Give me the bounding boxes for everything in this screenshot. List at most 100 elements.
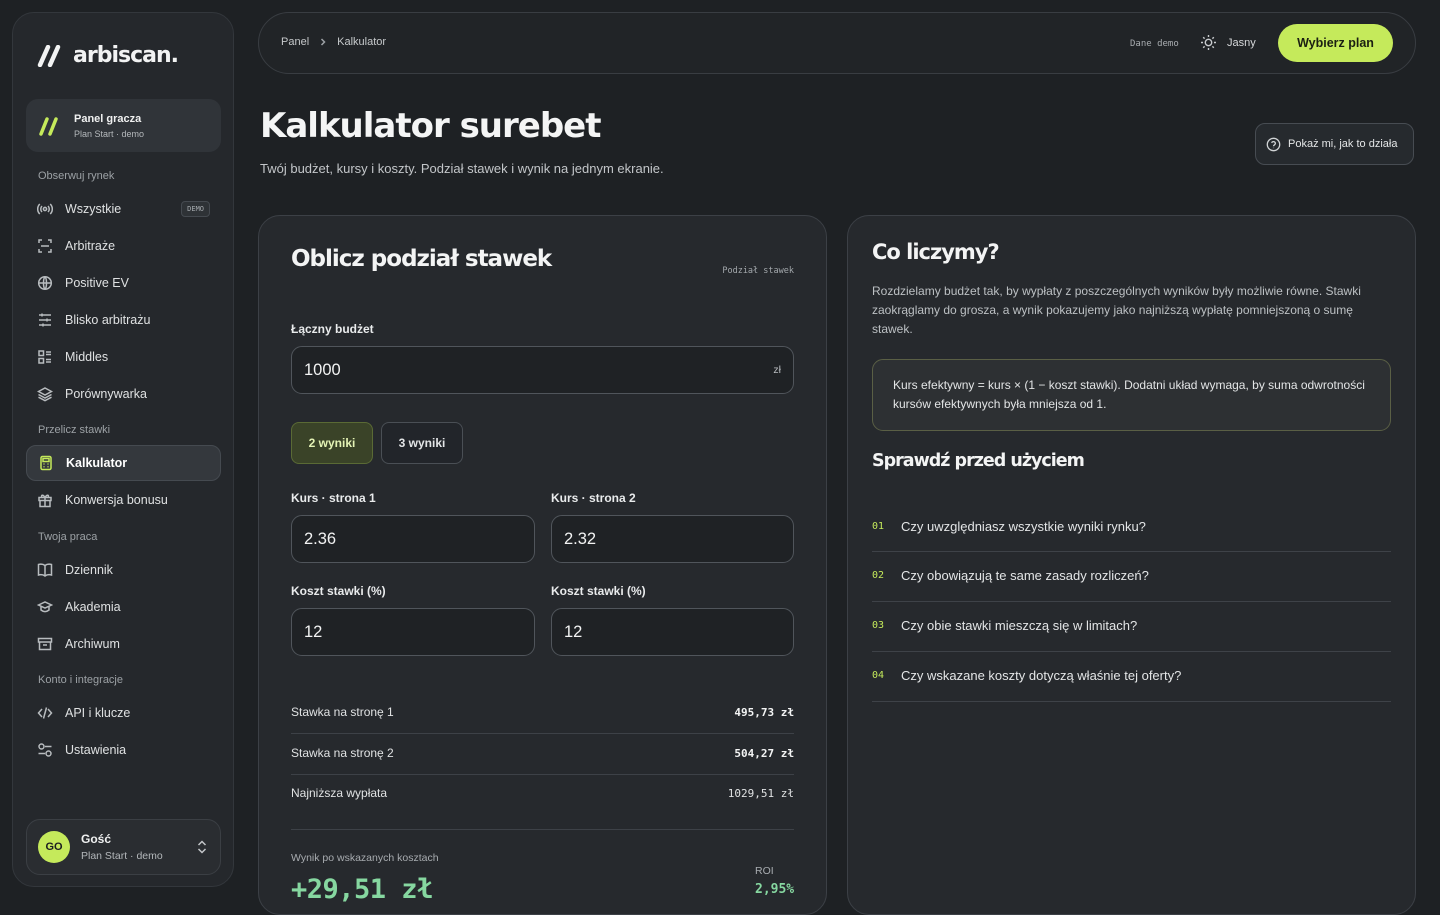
- divider: [291, 774, 794, 775]
- layers-icon: [37, 387, 53, 402]
- result-value: 495,73 zł: [734, 705, 794, 719]
- result-label: Stawka na stronę 1: [291, 705, 394, 719]
- brand-name: arbiscan.: [73, 43, 179, 68]
- sidebar-item-ustawienia[interactable]: Ustawienia: [26, 732, 221, 768]
- list-icon: [38, 350, 51, 364]
- odds-input-2[interactable]: 2.32: [551, 515, 794, 563]
- archive-icon: [37, 637, 53, 651]
- info-text: Rozdzielamy budżet tak, by wypłaty z pos…: [872, 284, 1361, 336]
- check-text: Czy obie stawki mieszczą się w limitach?: [901, 618, 1138, 633]
- cost-value-2: 12: [564, 622, 583, 641]
- breadcrumb-item-panel[interactable]: Panel: [281, 36, 309, 48]
- logo-mark-icon: [37, 44, 61, 67]
- divider: [872, 651, 1391, 652]
- divider: [872, 701, 1391, 702]
- sidebar-item-label: Wszystkie: [65, 202, 122, 216]
- code-icon: [37, 707, 53, 719]
- logo[interactable]: arbiscan.: [37, 43, 179, 68]
- sidebar-item-label: Positive EV: [65, 276, 129, 290]
- sidebar-item-positive-ev[interactable]: Positive EV: [26, 265, 221, 301]
- sidebar-item-label: Dziennik: [65, 563, 113, 577]
- sidebar-item-porownywarka[interactable]: Porównywarka: [26, 376, 221, 412]
- check-item: 02 Czy obowiązują te same zasady rozlicz…: [872, 568, 1391, 583]
- account-title: Panel gracza: [74, 112, 142, 125]
- graduation-cap-icon: [37, 601, 53, 613]
- sidebar-item-dziennik[interactable]: Dziennik: [26, 552, 221, 588]
- globe-icon: [37, 275, 53, 291]
- check-number: 03: [872, 620, 885, 631]
- calculator-icon: [40, 455, 52, 471]
- cost-input-1[interactable]: 12: [291, 608, 535, 656]
- how-it-works-button[interactable]: Pokaż mi, jak to działa: [1255, 123, 1414, 165]
- calculator-title: Oblicz podział stawek: [291, 246, 552, 272]
- formula-box: Kurs efektywny = kurs × (1 − koszt stawk…: [872, 359, 1391, 431]
- sidebar-item-label: Archiwum: [65, 637, 120, 651]
- sidebar-item-kalkulator[interactable]: Kalkulator: [26, 445, 221, 481]
- outcomes-3-button[interactable]: 3 wyniki: [381, 422, 463, 464]
- theme-toggle[interactable]: Jasny: [1200, 34, 1256, 51]
- sidebar-item-api-klucze[interactable]: API i klucze: [26, 695, 221, 731]
- budget-value: 1000: [304, 360, 341, 379]
- section-label-przelicz: Przelicz stawki: [38, 424, 111, 436]
- scan-icon: [38, 239, 52, 253]
- budget-label: Łączny budżet: [291, 322, 374, 336]
- check-item: 01 Czy uwzględniasz wszystkie wyniki ryn…: [872, 519, 1391, 534]
- broadcast-icon: [37, 203, 53, 215]
- sidebar-item-label: Ustawienia: [65, 743, 127, 757]
- info-card: Co liczymy? Rozdzielamy budżet tak, by w…: [847, 215, 1416, 915]
- user-plan: Plan Start · demo: [81, 850, 163, 862]
- settings-toggle-icon: [38, 743, 52, 757]
- account-card[interactable]: Panel gracza Plan Start · demo: [26, 99, 221, 152]
- check-text: Czy wskazane koszty dotyczą właśnie tej …: [901, 668, 1182, 683]
- result-row-min-payout: Najniższa wypłata 1029,51 zł: [291, 786, 794, 800]
- cost-input-2[interactable]: 12: [551, 608, 794, 656]
- odds-input-1[interactable]: 2.36: [291, 515, 535, 563]
- outcomes-2-button[interactable]: 2 wyniki: [291, 422, 373, 464]
- currency-suffix: zł: [773, 364, 781, 376]
- odds-value-2: 2.32: [564, 529, 597, 548]
- checklist-title: Sprawdź przed użyciem: [872, 451, 1085, 471]
- net-result-label: Wynik po wskazanych kosztach: [291, 852, 439, 864]
- result-label: Stawka na stronę 2: [291, 746, 394, 760]
- check-number: 04: [872, 670, 885, 681]
- sidebar-item-label: Middles: [65, 350, 109, 364]
- divider: [872, 601, 1391, 602]
- sidebar-item-label: Arbitraże: [65, 239, 116, 253]
- sidebar-item-blisko-arbitrazu[interactable]: Blisko arbitrażu: [26, 302, 221, 338]
- sidebar-item-label: Konwersja bonusu: [65, 493, 168, 507]
- cost-value-1: 12: [304, 622, 323, 641]
- choose-plan-button[interactable]: Wybierz plan: [1278, 24, 1393, 62]
- calculator-tag: Podział stawek: [722, 266, 794, 276]
- section-label-konto: Konto i integracje: [38, 674, 123, 686]
- top-bar: Panel Kalkulator Dane demo Jasny Wybierz…: [258, 12, 1416, 74]
- sidebar-item-label: Akademia: [65, 600, 121, 614]
- sidebar-item-arbitraze[interactable]: Arbitraże: [26, 228, 221, 264]
- avatar: GO: [38, 831, 70, 863]
- sidebar-item-akademia[interactable]: Akademia: [26, 589, 221, 625]
- account-plan: Plan Start · demo: [74, 128, 145, 139]
- sidebar-item-middles[interactable]: Middles: [26, 339, 221, 375]
- check-number: 01: [872, 521, 885, 532]
- user-menu[interactable]: GO Gość Plan Start · demo: [26, 819, 221, 875]
- sidebar-item-archiwum[interactable]: Archiwum: [26, 626, 221, 662]
- odds-label-2: Kurs · strona 2: [551, 491, 636, 505]
- section-label-twoja-praca: Twoja praca: [38, 531, 98, 543]
- net-result-value: +29,51 zł: [291, 874, 433, 905]
- sun-icon: [1201, 35, 1216, 50]
- check-number: 02: [872, 570, 885, 581]
- breadcrumb: Panel Kalkulator: [281, 36, 386, 48]
- result-value: 1029,51 zł: [727, 786, 794, 800]
- sliders-icon: [39, 313, 51, 327]
- cost-label-1: Koszt stawki (%): [291, 584, 386, 598]
- breadcrumb-item-current: Kalkulator: [337, 36, 387, 48]
- theme-label: Jasny: [1227, 36, 1256, 49]
- section-label-obserwuj: Obserwuj rynek: [38, 170, 115, 182]
- check-item: 03 Czy obie stawki mieszczą się w limita…: [872, 618, 1391, 633]
- sidebar-item-wszystkie[interactable]: Wszystkie DEMO: [26, 191, 221, 227]
- budget-input[interactable]: 1000 zł: [291, 346, 794, 394]
- demo-badge: DEMO: [181, 201, 210, 217]
- sidebar-item-konwersja-bonusu[interactable]: Konwersja bonusu: [26, 482, 221, 518]
- chevron-up-down-icon: [197, 840, 207, 854]
- odds-label-1: Kurs · strona 1: [291, 491, 376, 505]
- sidebar: arbiscan. Panel gracza Plan Start · demo…: [12, 12, 234, 887]
